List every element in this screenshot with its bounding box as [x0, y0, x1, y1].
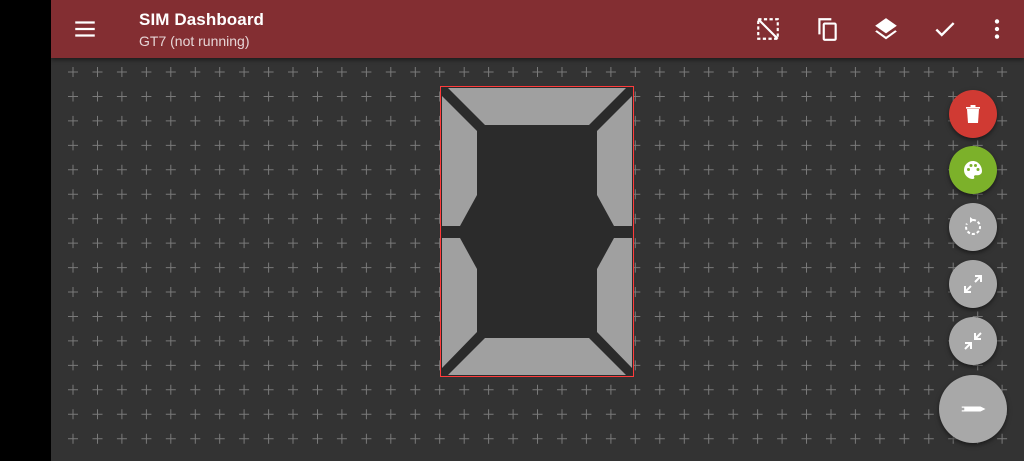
app-subtitle: GT7 (not running)	[139, 33, 250, 49]
expand-button[interactable]	[949, 260, 997, 308]
shrink-button[interactable]	[949, 317, 997, 365]
delete-button[interactable]	[949, 90, 997, 138]
more-vert-icon	[994, 19, 1000, 39]
app-screen: SIM Dashboard GT7 (not running)	[51, 0, 1024, 461]
layers-icon	[875, 18, 897, 40]
expand-icon	[964, 275, 982, 293]
menu-button[interactable]	[65, 9, 105, 49]
palette-button[interactable]	[949, 146, 997, 194]
seven-segment-widget[interactable]	[440, 86, 634, 377]
copy-icon	[818, 18, 837, 41]
pen-icon	[960, 406, 986, 412]
select-region-icon	[757, 18, 779, 40]
check-icon	[935, 22, 955, 37]
palette-icon	[964, 161, 982, 179]
editor-canvas[interactable]	[51, 58, 1024, 461]
app-title: SIM Dashboard	[139, 10, 265, 29]
more-options-button[interactable]	[977, 9, 1017, 49]
shrink-icon	[964, 332, 982, 350]
layers-button[interactable]	[866, 9, 906, 49]
done-button[interactable]	[925, 9, 965, 49]
app-bar: SIM Dashboard GT7 (not running)	[51, 0, 1024, 58]
menu-icon	[75, 21, 95, 37]
select-region-button[interactable]	[748, 9, 788, 49]
rotate-button[interactable]	[949, 203, 997, 251]
edit-button[interactable]	[939, 375, 1007, 443]
copy-button[interactable]	[807, 9, 847, 49]
rotate-icon	[965, 217, 982, 235]
trash-icon	[966, 105, 980, 123]
